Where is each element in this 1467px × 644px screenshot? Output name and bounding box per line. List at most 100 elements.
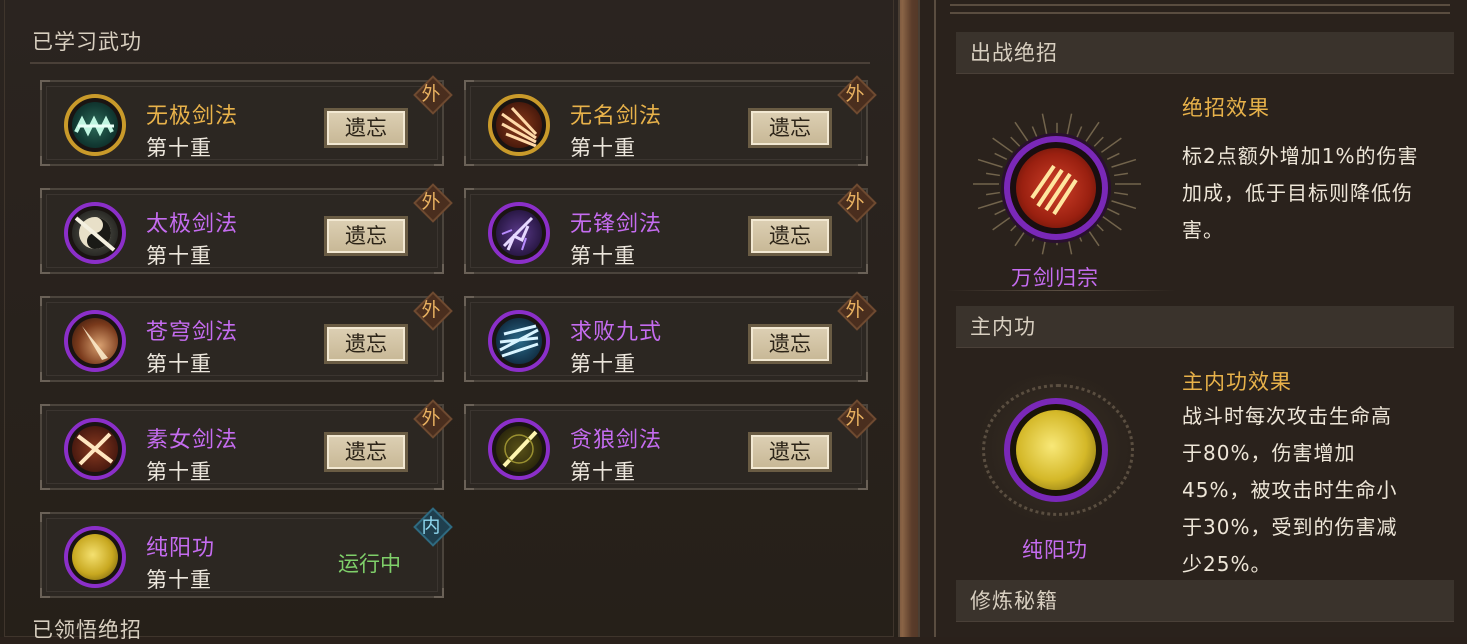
frame-line (950, 4, 1450, 6)
title-divider (30, 62, 870, 64)
learned-skills-title: 已学习武功 (32, 30, 142, 54)
sun-orb-icon (64, 526, 126, 588)
sunburst-ray (977, 200, 1003, 210)
main-internal-effect-title: 主内功效果 (1182, 370, 1292, 394)
skill-level: 第十重 (570, 352, 636, 376)
learned-skills-panel: 已学习武功 无极剑法 第十重 遗忘 外 无名剑法 第十重 遗忘 外 太极剑法 第… (0, 0, 900, 642)
skill-card-tanlang[interactable]: 贪狼剑法 第十重 遗忘 外 (464, 399, 877, 490)
sunburst-ray (1106, 152, 1120, 161)
skill-card-wuji[interactable]: 无极剑法 第十重 遗忘 外 (40, 75, 453, 166)
external-tag: 外 (413, 75, 453, 115)
main-internal-name: 纯阳功 (1022, 538, 1088, 562)
skill-name: 贪狼剑法 (570, 428, 663, 453)
wolf-slash-icon (488, 418, 550, 480)
skill-level: 第十重 (146, 352, 212, 376)
sunburst-ray (977, 158, 1003, 168)
effect-line: 于30%，受到的伤害减 (1182, 515, 1398, 539)
sunburst-ray (1066, 113, 1073, 136)
main-internal-icon-frame[interactable] (1004, 398, 1108, 502)
external-tag: 外 (837, 291, 877, 331)
skill-name: 无名剑法 (570, 104, 663, 129)
ultimate-name: 万剑归宗 (1011, 266, 1099, 290)
sunburst-ray (1100, 137, 1122, 153)
skill-card-sunv[interactable]: 素女剑法 第十重 遗忘 外 (40, 399, 453, 490)
realized-skills-title: 已领悟绝招 (32, 618, 142, 642)
sword-rain-glyph (1030, 164, 1078, 216)
skill-level: 第十重 (570, 136, 636, 160)
effect-line: 战斗时每次攻击生命高 (1182, 404, 1392, 428)
sunburst-ray (1111, 200, 1137, 210)
external-tag: 外 (837, 183, 877, 223)
external-tag: 外 (413, 183, 453, 223)
sunburst-ray (1031, 126, 1038, 138)
skill-name: 纯阳功 (146, 536, 216, 561)
running-status: 运行中 (338, 552, 401, 576)
frame-line (950, 12, 1450, 14)
divider (946, 290, 1176, 291)
skill-level: 第十重 (146, 568, 212, 592)
effect-line: 于80%，伤害增加 (1182, 441, 1356, 465)
forget-button[interactable]: 遗忘 (748, 432, 832, 472)
main-internal-header: 主内功 (956, 306, 1454, 348)
skill-card-wuming[interactable]: 无名剑法 第十重 遗忘 外 (464, 75, 877, 166)
skill-name: 无锋剑法 (570, 212, 663, 237)
sky-burst-icon (64, 310, 126, 372)
effect-line: 标2点额外增加1%的伤害 (1182, 144, 1419, 168)
cultivation-header: 修炼秘籍 (956, 580, 1454, 622)
skill-name: 苍穹剑法 (146, 320, 239, 345)
skill-name: 无极剑法 (146, 104, 239, 129)
external-tag: 外 (837, 399, 877, 439)
ultimate-effect-title: 绝招效果 (1182, 96, 1270, 120)
effect-line: 少25%。 (1182, 552, 1272, 576)
skill-card-wufeng[interactable]: 无锋剑法 第十重 遗忘 外 (464, 183, 877, 274)
sword-wave-icon (64, 94, 126, 156)
sunburst-ray (1076, 126, 1083, 138)
forget-button[interactable]: 遗忘 (324, 216, 408, 256)
internal-tag: 内 (413, 507, 453, 547)
sunburst-ray (1014, 121, 1029, 142)
effect-line: 害。 (1182, 218, 1224, 242)
effect-line: 45%，被攻击时生命小 (1182, 478, 1398, 502)
skill-level: 第十重 (146, 460, 212, 484)
frame-line (934, 0, 936, 637)
lightning-sword-icon (488, 202, 550, 264)
sunburst-ray (985, 172, 1000, 177)
skill-name: 太极剑法 (146, 212, 239, 237)
skill-card-taiji[interactable]: 太极剑法 第十重 遗忘 外 (40, 183, 453, 274)
sunburst-ray (1114, 172, 1129, 177)
skill-card-cangqiong[interactable]: 苍穹剑法 第十重 遗忘 外 (40, 291, 453, 382)
sunburst-ray (1111, 158, 1137, 168)
skill-level: 第十重 (570, 244, 636, 268)
taiji-sword-icon (64, 202, 126, 264)
ultimate-icon-frame[interactable] (1004, 136, 1108, 240)
sun-orb-icon (1016, 410, 1096, 490)
cross-sword-icon (64, 418, 126, 480)
ultimate-effect-text: 标2点额外增加1%的伤害 加成，低于目标则降低伤 害。 (1182, 138, 1452, 249)
effect-line: 加成，低于目标则降低伤 (1182, 181, 1413, 205)
forget-button[interactable]: 遗忘 (324, 324, 408, 364)
forget-button[interactable]: 遗忘 (324, 432, 408, 472)
forget-button[interactable]: 遗忘 (324, 108, 408, 148)
skill-level: 第十重 (146, 136, 212, 160)
skill-card-qiubai[interactable]: 求败九式 第十重 遗忘 外 (464, 291, 877, 382)
skill-name: 求败九式 (570, 320, 663, 345)
external-tag: 外 (413, 399, 453, 439)
forget-button[interactable]: 遗忘 (748, 108, 832, 148)
sunburst-ray (1106, 207, 1120, 216)
sunburst-ray (1041, 113, 1048, 136)
sunburst-ray (1085, 121, 1100, 142)
forget-button[interactable]: 遗忘 (748, 216, 832, 256)
sunburst-ray (1100, 215, 1122, 231)
sunburst-ray (994, 152, 1008, 161)
external-tag: 外 (413, 291, 453, 331)
main-internal-effect-text: 战斗时每次攻击生命高 于80%，伤害增加 45%，被攻击时生命小 于30%，受到… (1182, 398, 1452, 583)
sunburst-ray (1114, 191, 1129, 196)
sunburst-ray (994, 207, 1008, 216)
skill-card-chunyang[interactable]: 纯阳功 第十重 运行中 内 (40, 507, 453, 598)
forget-button[interactable]: 遗忘 (748, 324, 832, 364)
skill-level: 第十重 (570, 460, 636, 484)
battle-ultimate-header: 出战绝招 (956, 32, 1454, 74)
claw-strike-icon (488, 94, 550, 156)
ice-slash-icon (488, 310, 550, 372)
skill-name: 素女剑法 (146, 428, 239, 453)
